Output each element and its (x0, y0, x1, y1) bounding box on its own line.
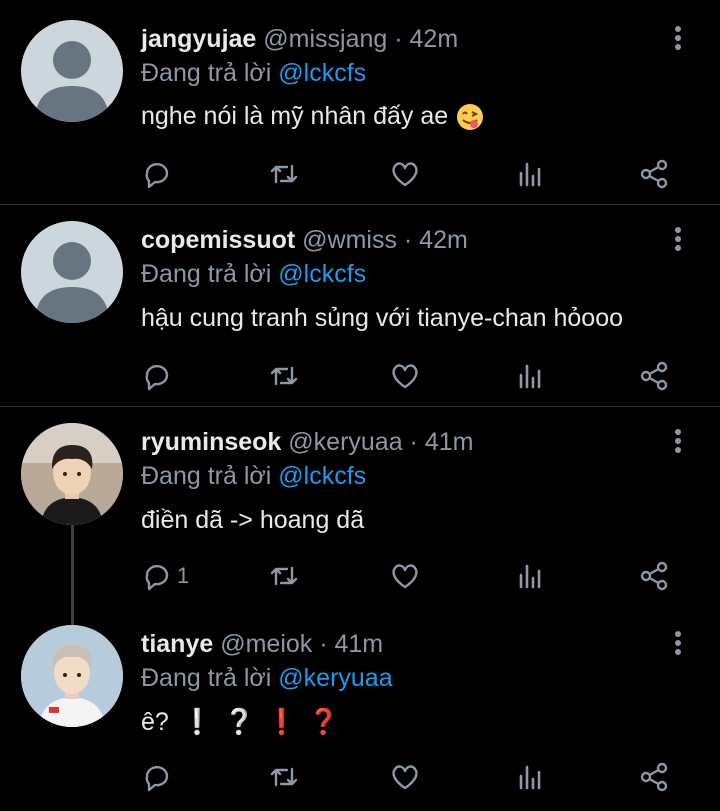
reply-mention[interactable]: @lckcfs (278, 260, 366, 288)
reply-context: Đang trả lời @keryuaa (141, 663, 393, 693)
reply-prefix: Đang trả lời (141, 260, 272, 288)
share-icon (640, 159, 668, 189)
like-icon (392, 162, 418, 187)
tweet-actions (0, 156, 720, 192)
views-button[interactable] (515, 156, 547, 192)
like-button[interactable] (389, 759, 421, 795)
avatar[interactable] (21, 20, 123, 122)
reply-prefix: Đang trả lời (141, 462, 272, 490)
reply-button[interactable] (141, 156, 173, 192)
handle-and-time: @keryuaa · 41m (288, 428, 474, 456)
tweet-text: ê? ❕ ❔ ❗ ❓ (141, 707, 339, 737)
tweet-4[interactable]: tianye @meiok · 41m Đang trả lời @keryua… (0, 609, 720, 811)
red-question-icon: ❓ (308, 708, 340, 736)
retweet-button[interactable] (268, 759, 300, 795)
avatar[interactable] (21, 423, 123, 525)
reply-count: 1 (177, 563, 190, 588)
share-icon (640, 561, 668, 591)
share-button[interactable] (638, 358, 670, 394)
more-icon[interactable] (670, 629, 686, 659)
tweet-actions (0, 759, 720, 795)
tweet-header: tianye @meiok · 41m (141, 629, 383, 659)
white-exclamation-icon: ❕ (181, 708, 213, 736)
handle-and-time: @meiok · 41m (220, 630, 384, 658)
tweet-text-content: nghe nói là mỹ nhân đấy ae (141, 102, 449, 130)
like-icon (392, 564, 418, 589)
retweet-icon (270, 164, 298, 184)
share-button[interactable] (638, 759, 670, 795)
reply-mention[interactable]: @keryuaa (278, 664, 392, 692)
tweet-header: jangyujae @missjang · 42m (141, 24, 458, 54)
share-icon (640, 361, 668, 391)
handle-and-time: @wmiss · 42m (302, 226, 468, 254)
tweet-3[interactable]: ryuminseok @keryuaa · 41m Đang trả lời @… (0, 407, 720, 609)
reply-mention[interactable]: @lckcfs (278, 462, 366, 490)
tweet-text: hậu cung tranh sủng với tianye-chan hỏoo… (141, 304, 624, 332)
handle-and-time: @missjang · 42m (263, 25, 459, 53)
white-question-icon: ❔ (223, 708, 255, 736)
red-exclamation-icon: ❗ (265, 708, 298, 736)
reply-button[interactable] (141, 358, 173, 394)
tweet-text: nghe nói là mỹ nhân đấy ae (141, 101, 485, 132)
retweet-button[interactable] (268, 156, 300, 192)
tweet-text-content: ê? (141, 708, 169, 736)
reply-icon (145, 162, 169, 189)
reply-context: Đang trả lời @lckcfs (141, 259, 366, 289)
reply-context: Đang trả lời @lckcfs (141, 461, 366, 491)
like-button[interactable] (389, 156, 421, 192)
share-icon (640, 762, 668, 792)
more-icon[interactable] (670, 427, 686, 457)
views-button[interactable] (515, 558, 547, 594)
reply-icon (145, 765, 169, 792)
display-name[interactable]: jangyujae (141, 25, 256, 53)
tweet-2[interactable]: copemissuot @wmiss · 42m Đang trả lời @l… (0, 205, 720, 407)
like-icon (392, 364, 418, 389)
tweet-actions (0, 358, 720, 394)
views-button[interactable] (515, 358, 547, 394)
retweet-icon (270, 566, 298, 586)
more-icon[interactable] (670, 24, 686, 54)
avatar[interactable] (21, 221, 123, 323)
reply-button[interactable] (141, 759, 173, 795)
views-button[interactable] (515, 759, 547, 795)
like-button[interactable] (389, 358, 421, 394)
views-icon (519, 564, 541, 589)
display-name[interactable]: tianye (141, 630, 213, 658)
tweet-text: điền dã -> hoang dã (141, 506, 365, 534)
reply-context: Đang trả lời @lckcfs (141, 58, 366, 88)
retweet-icon (270, 767, 298, 787)
views-icon (519, 364, 541, 389)
share-button[interactable] (638, 156, 670, 192)
like-button[interactable] (389, 558, 421, 594)
reply-prefix: Đang trả lời (141, 664, 272, 692)
reply-prefix: Đang trả lời (141, 59, 272, 87)
views-icon (519, 765, 541, 790)
tweet-header: copemissuot @wmiss · 42m (141, 225, 468, 255)
tweet-actions: 1 (0, 558, 720, 594)
reply-mention[interactable]: @lckcfs (278, 59, 366, 87)
reply-icon (145, 364, 169, 391)
retweet-icon (270, 366, 298, 386)
reply-button[interactable]: 1 (141, 558, 189, 594)
tweet-1[interactable]: jangyujae @missjang · 42m Đang trả lời @… (0, 0, 720, 205)
views-icon (519, 162, 541, 187)
retweet-button[interactable] (268, 558, 300, 594)
retweet-button[interactable] (268, 358, 300, 394)
share-button[interactable] (638, 558, 670, 594)
avatar[interactable] (21, 625, 123, 727)
reply-icon (145, 564, 169, 591)
face-savoring-food-icon (457, 104, 484, 131)
tweet-header: ryuminseok @keryuaa · 41m (141, 427, 473, 457)
more-icon[interactable] (670, 225, 686, 255)
like-icon (392, 765, 418, 790)
display-name[interactable]: ryuminseok (141, 428, 281, 456)
display-name[interactable]: copemissuot (141, 226, 295, 254)
